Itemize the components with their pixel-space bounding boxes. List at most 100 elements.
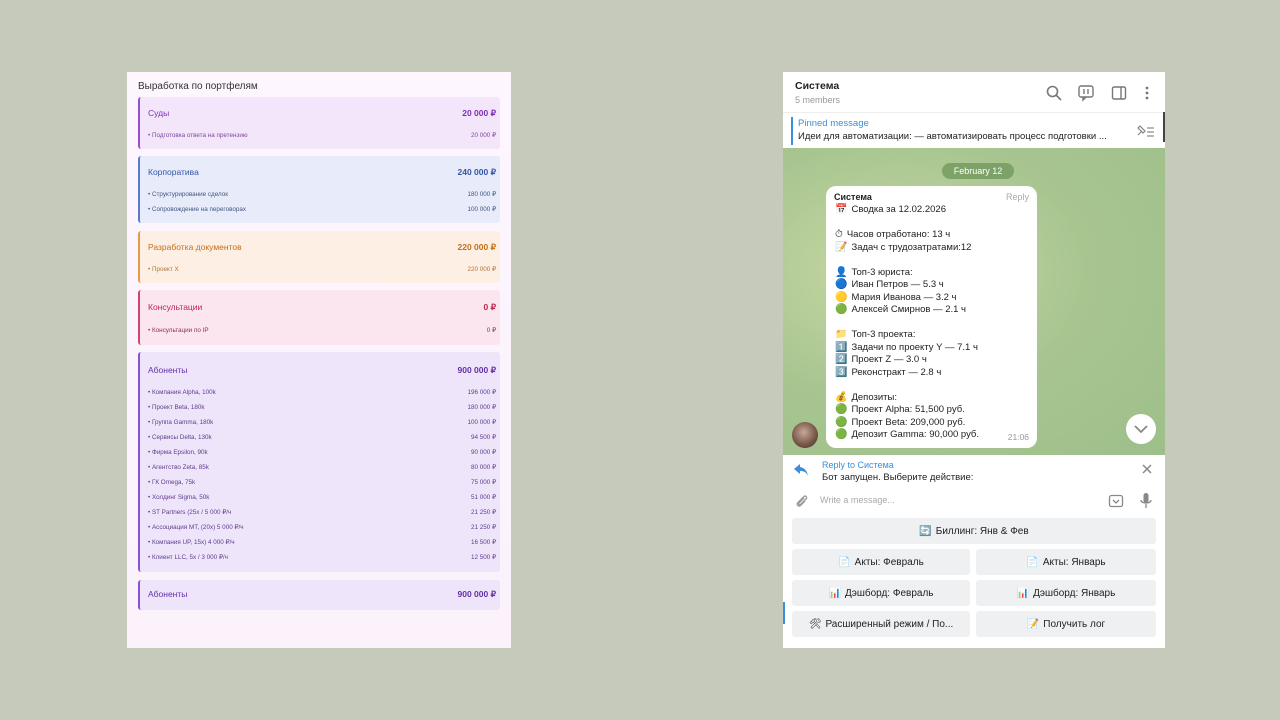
- card-header: Корпоратива 240 000 ₽: [148, 167, 496, 178]
- list-item: Консультации по IP0 ₽: [148, 326, 496, 341]
- portfolio-card-subscribers-total: Абоненты 900 000 ₽: [138, 580, 500, 610]
- green-circle-icon: 🟢: [835, 404, 848, 415]
- more-vertical-icon[interactable]: [1138, 84, 1156, 102]
- list-item: Компания Alpha, 100k196 000 ₽: [148, 388, 496, 403]
- number-three-icon: 3️⃣: [835, 366, 848, 378]
- acts-january-button[interactable]: 📄 Акты: Январь: [976, 549, 1156, 575]
- dashboard-february-button[interactable]: 📊 Дэшборд: Февраль: [792, 580, 970, 606]
- message-line: 🟡 Мария Иванова — 3.2 ч: [835, 291, 957, 303]
- list-item: Агентство Zeta, 85k80 000 ₽: [148, 463, 496, 478]
- billing-button[interactable]: 🔄 Биллинг: Янв & Фев: [792, 518, 1156, 544]
- get-log-button[interactable]: 📝 Получить лог: [976, 611, 1156, 637]
- advanced-mode-button[interactable]: 🛠 Расширенный режим / По...: [792, 611, 970, 637]
- composer: Write a message...: [783, 487, 1165, 517]
- list-item: Сопровождение на переговорах100 000 ₽: [148, 205, 496, 220]
- microphone-icon[interactable]: [1139, 492, 1153, 510]
- number-two-icon: 2️⃣: [835, 354, 848, 365]
- stopwatch-icon: ⏱: [835, 229, 843, 240]
- card-amount: 20 000 ₽: [462, 108, 496, 118]
- message-input[interactable]: Write a message...: [820, 495, 895, 505]
- green-circle-icon: 🟢: [835, 304, 848, 315]
- list-item: Ассоциация МТ, (20x) 5 000 ₽/ч21 250 ₽: [148, 523, 496, 538]
- paperclip-icon[interactable]: [793, 493, 809, 509]
- portfolio-card-consulting: Консультации 0 ₽ Консультации по IP0 ₽: [138, 290, 500, 345]
- message-line: [835, 379, 979, 392]
- portfolio-card-courts: Суды 20 000 ₽ Подготовка ответа на прете…: [138, 97, 500, 149]
- message-line: 🟢 Проект Alpha: 51,500 руб.: [835, 404, 965, 415]
- card-amount: 220 000 ₽: [457, 242, 497, 252]
- bot-keyboard: 🔄 Биллинг: Янв & Фев 📄 Акты: Февраль 📄 Акты…: [783, 517, 1165, 648]
- list-item: Проект Beta, 180k180 000 ₽: [148, 403, 496, 418]
- card-amount: 900 000 ₽: [457, 589, 497, 599]
- pinned-message[interactable]: Pinned message Идеи для автоматизации: —…: [783, 112, 1165, 148]
- yellow-circle-icon: 🟡: [835, 291, 848, 303]
- message-time: 21:06: [1007, 432, 1029, 442]
- reply-preview[interactable]: Reply to Система Бот запущен. Выберите д…: [783, 455, 1165, 487]
- pinned-label: Pinned message: [798, 118, 869, 129]
- message-line: 📁 Топ-3 проекта:: [835, 329, 916, 340]
- portfolio-card-documents: Разработка документов 220 000 ₽ Проект X…: [138, 231, 500, 283]
- card-header: Консультации 0 ₽: [148, 302, 496, 313]
- message-bubble[interactable]: Система Reply 📅 Сводка за 12.02.2026 ⏱ Час…: [826, 186, 1037, 448]
- portfolio-card-corporate: Корпоратива 240 000 ₽ Структурирование с…: [138, 156, 500, 223]
- reply-arrow-icon: [794, 464, 808, 476]
- card-amount: 240 000 ₽: [457, 167, 497, 177]
- close-icon[interactable]: [1141, 463, 1153, 475]
- message-line: 💰 Депозиты:: [835, 391, 897, 403]
- bar-chart-icon: 📊: [828, 587, 841, 599]
- report-title: Выработка по портфелям: [138, 81, 258, 92]
- card-header: Абоненты 900 000 ₽: [148, 589, 496, 600]
- folder-icon: 📁: [835, 329, 848, 340]
- message-line: 2️⃣ Проект Z — 3.0 ч: [835, 354, 927, 365]
- message-line: 🔵 Иван Петров — 5.3 ч: [835, 279, 944, 290]
- list-item: ST Partners (25x / 5 000 ₽/ч21 250 ₽: [148, 508, 496, 523]
- sidebar-icon[interactable]: [1110, 84, 1128, 102]
- message-sender[interactable]: Система: [834, 192, 872, 202]
- green-circle-icon: 🟢: [835, 416, 848, 428]
- card-amount: 900 000 ₽: [457, 365, 497, 375]
- date-separator: February 12: [942, 163, 1014, 179]
- pinned-text: Идеи для автоматизации: — автоматизирова…: [798, 131, 1107, 142]
- bot-commands-icon[interactable]: [1108, 493, 1124, 509]
- message-line: ⏱ Часов отработано: 13 ч: [835, 229, 951, 240]
- card-header: Абоненты 900 000 ₽: [148, 365, 496, 376]
- card-header: Разработка документов 220 000 ₽: [148, 242, 496, 253]
- list-item: Подготовка ответа на претензию20 000 ₽: [148, 131, 496, 146]
- list-item: Группа Gamma, 180k100 000 ₽: [148, 418, 496, 433]
- list-item: ГК Omega, 75k75 000 ₽: [148, 478, 496, 493]
- portfolio-card-subscribers: Абоненты 900 000 ₽ Компания Alpha, 100k1…: [138, 352, 500, 572]
- acts-february-button[interactable]: 📄 Акты: Февраль: [792, 549, 970, 575]
- comments-icon[interactable]: [1077, 84, 1095, 102]
- scroll-down-button[interactable]: [1126, 414, 1156, 444]
- chat-title[interactable]: Система: [795, 80, 839, 92]
- message-line: [835, 254, 979, 267]
- person-icon: 👤: [835, 266, 848, 278]
- list-item: Компания UP, 15x) 4 000 ₽/ч16 500 ₽: [148, 538, 496, 553]
- card-name: Абоненты: [148, 365, 188, 375]
- list-item: Проект X220 000 ₽: [148, 265, 496, 280]
- avatar[interactable]: [792, 422, 818, 448]
- memo-icon: 📝: [1026, 618, 1040, 630]
- calendar-icon: 📅: [835, 204, 848, 215]
- card-name: Консультации: [148, 302, 203, 312]
- member-count: 5 members: [795, 95, 841, 105]
- dashboard-january-button[interactable]: 📊 Дэшборд: Январь: [976, 580, 1156, 606]
- message-line: 👤 Топ-3 юриста:: [835, 266, 913, 278]
- message-line: 3️⃣ Реконстракт — 2.8 ч: [835, 366, 942, 378]
- scroll-indicator: [1163, 112, 1165, 142]
- number-one-icon: 1️⃣: [835, 341, 848, 353]
- message-line: 🟢 Депозит Gamma: 90,000 руб.: [835, 429, 980, 440]
- money-bag-icon: 💰: [835, 391, 848, 403]
- document-icon: 📄: [838, 556, 851, 568]
- reply-button[interactable]: Reply: [1006, 192, 1029, 202]
- list-item: Клиент LLC, 5x / 3 000 ₽/ч12 500 ₽: [148, 553, 496, 568]
- message-line: [835, 317, 979, 330]
- message-line: 🟢 Алексей Смирнов — 2.1 ч: [835, 304, 966, 315]
- memo-icon: 📝: [835, 241, 848, 253]
- pin-list-icon[interactable]: [1135, 124, 1155, 138]
- green-circle-icon: 🟢: [835, 429, 848, 440]
- message-line: [835, 217, 979, 230]
- search-icon[interactable]: [1045, 84, 1063, 102]
- card-name: Разработка документов: [148, 242, 242, 252]
- message-text: 📅 Сводка за 12.02.2026 ⏱ Часов отработано:…: [835, 204, 979, 442]
